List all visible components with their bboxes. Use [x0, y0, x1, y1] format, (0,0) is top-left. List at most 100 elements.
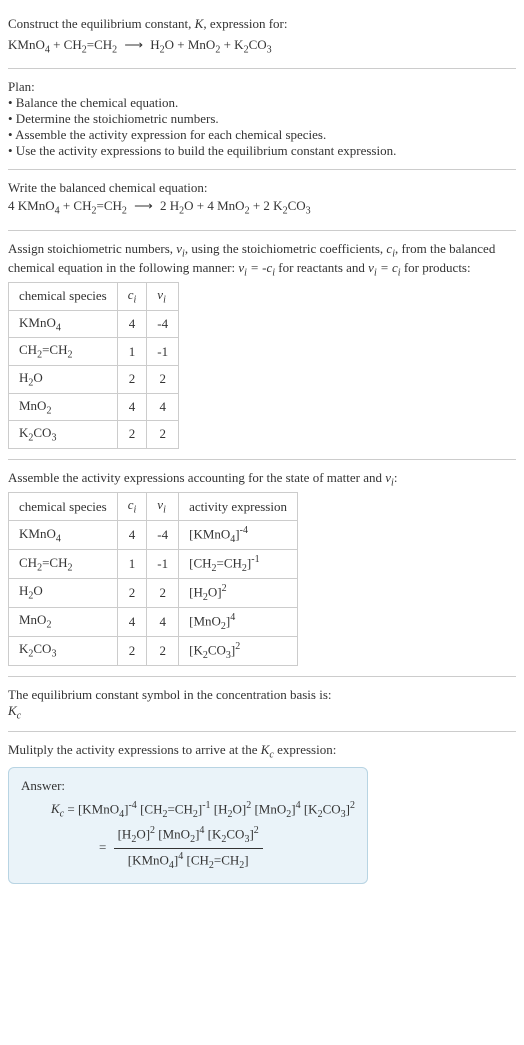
cell-c: 1: [117, 338, 147, 366]
answer-flat-line: Kc = [KMnO4]-4 [CH2=CH2]-1 [H2O]2 [MnO2]…: [21, 798, 355, 823]
assemble-text-2: :: [394, 470, 398, 485]
answer-box: Answer: Kc = [KMnO4]-4 [CH2=CH2]-1 [H2O]…: [8, 767, 368, 885]
cell-activity: [CH2=CH2]-1: [179, 549, 298, 578]
symbol-block: The equilibrium constant symbol in the c…: [8, 681, 516, 728]
table-row: H2O22[H2O]2: [9, 578, 298, 607]
plan-item-2: • Determine the stoichiometric numbers.: [8, 111, 516, 127]
cell-n: 2: [147, 636, 179, 665]
table-row: MnO244[MnO2]4: [9, 607, 298, 636]
cell-activity: [H2O]2: [179, 578, 298, 607]
stoich-table: chemical species ci νi KMnO44-4 CH2=CH21…: [8, 282, 179, 449]
answer-label: Answer:: [21, 778, 355, 794]
table-row: KMnO44-4: [9, 310, 179, 338]
assign-text-5: for products:: [401, 260, 471, 275]
cell-species: CH2=CH2: [9, 338, 118, 366]
kc-symbol: Kc: [8, 703, 516, 722]
table-row: CH2=CH21-1[CH2=CH2]-1: [9, 549, 298, 578]
cell-species: K2CO3: [9, 636, 118, 665]
cell-n: -1: [147, 549, 179, 578]
assign-block: Assign stoichiometric numbers, νi, using…: [8, 235, 516, 455]
cell-species: MnO2: [9, 607, 118, 636]
fraction: [H2O]2 [MnO2]4 [K2CO3]2 [KMnO4]4 [CH2=CH…: [114, 823, 263, 874]
plan-block: Plan: • Balance the chemical equation. •…: [8, 73, 516, 165]
plan-item-3: • Assemble the activity expression for e…: [8, 127, 516, 143]
table-header-row: chemical species ci νi: [9, 283, 179, 311]
table-row: MnO244: [9, 393, 179, 421]
table-row: CH2=CH21-1: [9, 338, 179, 366]
multiply-text-1: Mulitply the activity expressions to arr…: [8, 742, 261, 757]
th-activity: activity expression: [179, 493, 298, 521]
kc-symbol-2: Kc: [261, 742, 274, 757]
cell-c: 2: [117, 365, 147, 393]
plan-item-4: • Use the activity expressions to build …: [8, 143, 516, 159]
cell-n: -4: [147, 520, 179, 549]
th-species: chemical species: [9, 283, 118, 311]
cell-species: H2O: [9, 365, 118, 393]
cell-c: 4: [117, 520, 147, 549]
cell-activity: [MnO2]4: [179, 607, 298, 636]
cell-activity: [K2CO3]2: [179, 636, 298, 665]
rel2: νi = ci: [368, 260, 400, 275]
assemble-block: Assemble the activity expressions accoun…: [8, 464, 516, 672]
rel1: νi = -ci: [238, 260, 275, 275]
fraction-denominator: [KMnO4]4 [CH2=CH2]: [114, 849, 263, 874]
th-species: chemical species: [9, 493, 118, 521]
cell-species: KMnO4: [9, 520, 118, 549]
intro-text: Construct the equilibrium constant,: [8, 16, 195, 31]
cell-n: 2: [147, 365, 179, 393]
cell-species: KMnO4: [9, 310, 118, 338]
balanced-heading: Write the balanced chemical equation:: [8, 180, 516, 196]
divider: [8, 169, 516, 170]
cell-activity: [KMnO4]-4: [179, 520, 298, 549]
cell-c: 2: [117, 578, 147, 607]
cell-n: -1: [147, 338, 179, 366]
balanced-equation: 4 KMnO4 + CH2=CH2 ⟶ 2 H2O + 4 MnO2 + 2 K…: [8, 196, 516, 220]
intro-block: Construct the equilibrium constant, K, e…: [8, 8, 516, 64]
assign-text-1: Assign stoichiometric numbers,: [8, 241, 176, 256]
cell-n: 4: [147, 607, 179, 636]
assemble-text-1: Assemble the activity expressions accoun…: [8, 470, 385, 485]
cell-species: CH2=CH2: [9, 549, 118, 578]
nu-symbol-2: νi: [385, 470, 394, 485]
multiply-text-2: expression:: [274, 742, 336, 757]
table-row: K2CO322: [9, 421, 179, 449]
cell-c: 4: [117, 393, 147, 421]
divider: [8, 731, 516, 732]
symbol-text: The equilibrium constant symbol in the c…: [8, 687, 516, 703]
multiply-block: Mulitply the activity expressions to arr…: [8, 736, 516, 890]
cell-c: 2: [117, 421, 147, 449]
plan-item-1: • Balance the chemical equation.: [8, 95, 516, 111]
intro-equation: KMnO4 + CH2=CH2 ⟶ H2O + MnO2 + K2CO3: [8, 35, 516, 59]
divider: [8, 676, 516, 677]
cell-c: 1: [117, 549, 147, 578]
cell-c: 4: [117, 607, 147, 636]
cell-species: H2O: [9, 578, 118, 607]
th-ci: ci: [117, 283, 147, 311]
cell-species: K2CO3: [9, 421, 118, 449]
th-nu: νi: [147, 493, 179, 521]
cell-c: 4: [117, 310, 147, 338]
assign-text-2: , using the stoichiometric coefficients,: [185, 241, 387, 256]
cell-n: 4: [147, 393, 179, 421]
divider: [8, 68, 516, 69]
divider: [8, 230, 516, 231]
answer-frac-line: = [H2O]2 [MnO2]4 [K2CO3]2 [KMnO4]4 [CH2=…: [69, 823, 355, 874]
table-row: KMnO44-4[KMnO4]-4: [9, 520, 298, 549]
intro-text-b: , expression for:: [203, 16, 287, 31]
cell-species: MnO2: [9, 393, 118, 421]
cell-n: -4: [147, 310, 179, 338]
fraction-numerator: [H2O]2 [MnO2]4 [K2CO3]2: [114, 823, 263, 849]
cell-n: 2: [147, 421, 179, 449]
divider: [8, 459, 516, 460]
cell-n: 2: [147, 578, 179, 607]
nu-symbol: νi: [176, 241, 185, 256]
th-ci: ci: [117, 493, 147, 521]
ci-symbol: ci: [386, 241, 395, 256]
plan-heading: Plan:: [8, 79, 516, 95]
activity-table: chemical species ci νi activity expressi…: [8, 492, 298, 665]
balanced-block: Write the balanced chemical equation: 4 …: [8, 174, 516, 226]
assign-text-4: for reactants and: [275, 260, 368, 275]
table-header-row: chemical species ci νi activity expressi…: [9, 493, 298, 521]
cell-c: 2: [117, 636, 147, 665]
table-row: H2O22: [9, 365, 179, 393]
